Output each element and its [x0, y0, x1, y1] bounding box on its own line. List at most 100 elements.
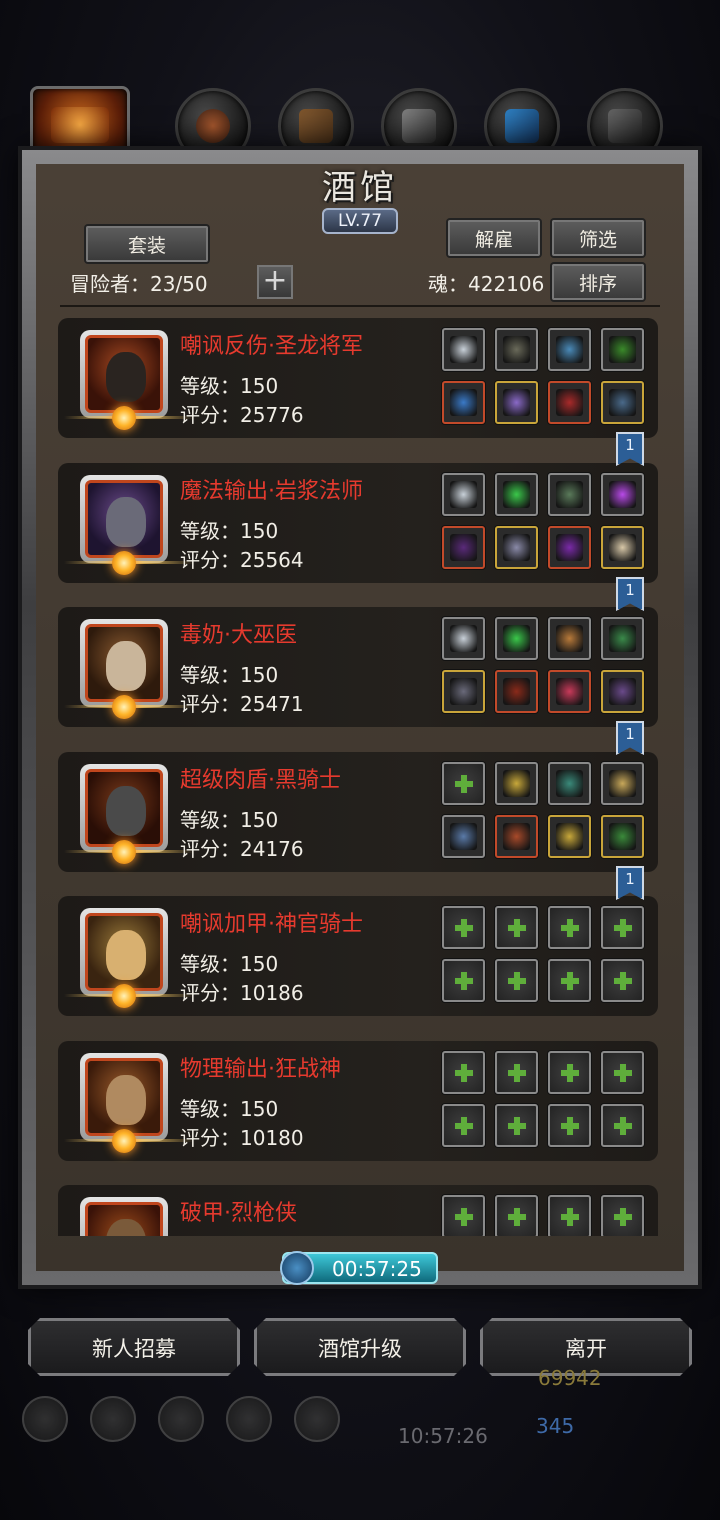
recruit-button[interactable]: 新人招募	[28, 1318, 240, 1376]
empty-equipment-slot[interactable]	[495, 906, 538, 949]
equipment-item-icon[interactable]	[442, 328, 485, 371]
outfit-button[interactable]: 套装	[86, 226, 208, 262]
item-glyph	[609, 678, 636, 705]
empty-equipment-slot[interactable]	[548, 1195, 591, 1236]
hero-row[interactable]: 嘲讽反伤·圣龙将军 等级：150 评分：25776	[58, 318, 658, 438]
divider	[60, 305, 660, 307]
equipment-item-icon[interactable]	[495, 381, 538, 424]
item-glyph	[556, 678, 583, 705]
item-glyph	[609, 770, 636, 797]
star-rank-icon	[64, 404, 194, 434]
hero-row[interactable]: 超级肉盾·黑骑士 等级：150 评分：24176	[58, 752, 658, 872]
equipment-item-icon[interactable]	[442, 815, 485, 858]
hero-score: 评分：24176	[180, 837, 304, 861]
sort-button[interactable]: 排序	[552, 264, 644, 300]
hud-clock: 10:57:26	[398, 1424, 488, 1448]
empty-equipment-slot[interactable]	[601, 1195, 644, 1236]
hero-name: 破甲·烈枪侠	[180, 1201, 297, 1226]
item-glyph	[503, 336, 530, 363]
equipment-slots	[442, 906, 648, 1002]
filter-button[interactable]: 筛选	[552, 220, 644, 256]
equipment-item-icon[interactable]	[548, 526, 591, 569]
equipment-item-icon[interactable]	[548, 617, 591, 660]
equipment-item-icon[interactable]	[548, 473, 591, 516]
upgrade-tavern-button[interactable]: 酒馆升级	[254, 1318, 466, 1376]
equipment-item-icon[interactable]	[601, 670, 644, 713]
hero-score: 评分：25471	[180, 692, 304, 716]
equipment-item-icon[interactable]	[495, 670, 538, 713]
equipment-item-icon[interactable]	[495, 762, 538, 805]
settings-icon[interactable]	[22, 1396, 68, 1442]
empty-equipment-slot[interactable]	[442, 1051, 485, 1094]
item-glyph	[556, 625, 583, 652]
hero-face	[106, 930, 146, 980]
equipment-item-icon[interactable]	[601, 473, 644, 516]
hero-avatar	[85, 624, 163, 702]
empty-equipment-slot[interactable]	[601, 906, 644, 949]
equipment-item-icon[interactable]	[442, 617, 485, 660]
equipment-item-icon[interactable]	[601, 328, 644, 371]
rank-bookmark: 1	[616, 432, 644, 466]
hero-row[interactable]: 毒奶·大巫医 等级：150 评分：25471	[58, 607, 658, 727]
guild-icon[interactable]	[158, 1396, 204, 1442]
item-glyph	[609, 534, 636, 561]
hero-row[interactable]: 嘲讽加甲·神官骑士 等级：150 评分：10186	[58, 896, 658, 1016]
empty-equipment-slot[interactable]	[442, 1195, 485, 1236]
achievement-icon[interactable]	[90, 1396, 136, 1442]
equipment-item-icon[interactable]	[601, 762, 644, 805]
equipment-item-icon[interactable]	[495, 473, 538, 516]
equipment-item-icon[interactable]	[442, 526, 485, 569]
equipment-item-icon[interactable]	[495, 328, 538, 371]
star-rank-icon	[64, 549, 194, 579]
timer-text: 00:57:25	[332, 1257, 422, 1281]
item-glyph	[556, 534, 583, 561]
empty-equipment-slot[interactable]	[442, 959, 485, 1002]
equipment-item-icon[interactable]	[548, 815, 591, 858]
dismiss-button[interactable]: 解雇	[448, 220, 540, 256]
empty-equipment-slot[interactable]	[548, 1051, 591, 1094]
equipment-item-icon[interactable]	[548, 381, 591, 424]
hero-level: 等级：150	[180, 1097, 279, 1121]
empty-equipment-slot[interactable]	[548, 906, 591, 949]
empty-equipment-slot[interactable]	[442, 762, 485, 805]
hero-level: 等级：150	[180, 519, 279, 543]
equipment-item-icon[interactable]	[495, 617, 538, 660]
empty-equipment-slot[interactable]	[442, 1104, 485, 1147]
mail-icon[interactable]	[226, 1396, 272, 1442]
item-glyph	[556, 389, 583, 416]
empty-equipment-slot[interactable]	[601, 1104, 644, 1147]
equipment-item-icon[interactable]	[442, 670, 485, 713]
equipment-item-icon[interactable]	[548, 328, 591, 371]
add-slot-button[interactable]: +	[257, 265, 293, 299]
equipment-item-icon[interactable]	[601, 381, 644, 424]
hero-portrait[interactable]	[80, 1197, 168, 1236]
equipment-item-icon[interactable]	[442, 381, 485, 424]
empty-equipment-slot[interactable]	[548, 959, 591, 1002]
clock-icon	[280, 1251, 314, 1285]
hero-row[interactable]: 物理输出·狂战神 等级：150 评分：10180	[58, 1041, 658, 1161]
equipment-item-icon[interactable]	[548, 762, 591, 805]
equipment-item-icon[interactable]	[442, 473, 485, 516]
empty-equipment-slot[interactable]	[495, 1051, 538, 1094]
empty-equipment-slot[interactable]	[601, 1051, 644, 1094]
equipment-item-icon[interactable]	[601, 815, 644, 858]
item-glyph	[609, 389, 636, 416]
empty-equipment-slot[interactable]	[442, 906, 485, 949]
tools-icon[interactable]	[294, 1396, 340, 1442]
empty-equipment-slot[interactable]	[495, 1104, 538, 1147]
empty-equipment-slot[interactable]	[601, 959, 644, 1002]
empty-equipment-slot[interactable]	[495, 959, 538, 1002]
hero-row[interactable]: 破甲·烈枪侠	[58, 1185, 658, 1236]
hero-level: 等级：150	[180, 808, 279, 832]
empty-equipment-slot[interactable]	[495, 1195, 538, 1236]
soul-count: 魂：422106	[428, 272, 545, 296]
hero-list[interactable]: 嘲讽反伤·圣龙将军 等级：150 评分：25776 魔法输出·岩浆法师 等级：150 评分…	[58, 318, 658, 1236]
hero-row[interactable]: 魔法输出·岩浆法师 等级：150 评分：25564	[58, 463, 658, 583]
equipment-slots	[442, 617, 648, 713]
equipment-item-icon[interactable]	[601, 617, 644, 660]
empty-equipment-slot[interactable]	[548, 1104, 591, 1147]
equipment-item-icon[interactable]	[495, 526, 538, 569]
equipment-item-icon[interactable]	[601, 526, 644, 569]
equipment-item-icon[interactable]	[495, 815, 538, 858]
equipment-item-icon[interactable]	[548, 670, 591, 713]
